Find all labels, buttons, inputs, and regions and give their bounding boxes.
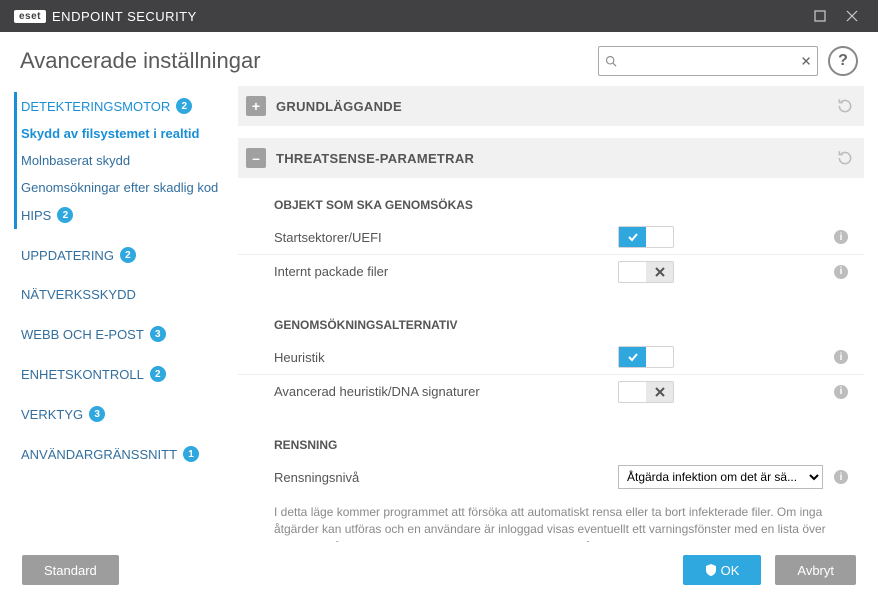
sidebar-item-malware-scans[interactable]: Genomsökningar efter skadlig kod (17, 174, 238, 201)
badge: 1 (183, 446, 199, 462)
page-title: Avancerade inställningar (20, 48, 588, 74)
shield-icon (705, 564, 717, 576)
ok-button[interactable]: OK (683, 555, 762, 585)
sidebar-item-cloud-protection[interactable]: Molnbaserat skydd (17, 147, 238, 174)
row-advanced-heuristics: Avancerad heuristik/DNA signaturer i (238, 374, 864, 408)
toggle-internally-packed[interactable] (618, 261, 674, 283)
badge: 2 (150, 366, 166, 382)
brand: eset ENDPOINT SECURITY (14, 9, 197, 24)
row-label: Heuristik (274, 350, 618, 365)
default-button[interactable]: Standard (22, 555, 119, 585)
sidebar-item-ui[interactable]: Användargränssnitt 1 (17, 440, 238, 468)
window-maximize-button[interactable] (804, 0, 836, 32)
toggle-boot-sectors[interactable] (618, 226, 674, 248)
window-close-button[interactable] (836, 0, 868, 32)
row-label: Rensningsnivå (274, 470, 618, 485)
sidebar-item-hips[interactable]: HIPS 2 (17, 201, 238, 229)
sidebar-item-label: Webb och e-post (21, 327, 144, 342)
sidebar-item-label: Detekteringsmotor (21, 99, 170, 114)
main-content: + Grundläggande – Threatsense-parametrar… (238, 86, 878, 556)
section-title: Grundläggande (276, 99, 826, 114)
subsection-objects-title: Objekt som ska genomsökas (238, 190, 864, 220)
badge: 3 (150, 326, 166, 342)
cleaning-level-select[interactable]: Åtgärda infektion om det är sä... (618, 465, 823, 489)
collapse-icon[interactable]: – (246, 148, 266, 168)
help-icon: ? (838, 52, 848, 70)
badge: 2 (120, 247, 136, 263)
info-icon[interactable]: i (834, 385, 848, 399)
expand-icon[interactable]: + (246, 96, 266, 116)
sidebar: Detekteringsmotor 2 Skydd av filsystemet… (0, 86, 238, 556)
sidebar-item-label: Enhetskontroll (21, 367, 144, 382)
sidebar-item-device-control[interactable]: Enhetskontroll 2 (17, 360, 238, 388)
sidebar-group-detection: Detekteringsmotor 2 Skydd av filsystemet… (14, 92, 238, 229)
section-basic-header[interactable]: + Grundläggande (238, 86, 864, 126)
sidebar-item-detection-engine[interactable]: Detekteringsmotor 2 (17, 92, 238, 120)
sidebar-item-label: Molnbaserat skydd (21, 153, 130, 168)
sidebar-item-label: Verktyg (21, 407, 83, 422)
brand-text: ENDPOINT SECURITY (52, 9, 197, 24)
sidebar-item-label: Nätverksskydd (21, 287, 136, 302)
sidebar-item-label: HIPS (21, 208, 51, 223)
cancel-button[interactable]: Avbryt (775, 555, 856, 585)
sidebar-item-label: Uppdatering (21, 248, 114, 263)
row-label: Internt packade filer (274, 264, 618, 279)
info-icon[interactable]: i (834, 470, 848, 484)
header: Avancerade inställningar ? (0, 32, 878, 86)
info-icon[interactable]: i (834, 350, 848, 364)
sidebar-item-network-protection[interactable]: Nätverksskydd (17, 281, 238, 308)
sidebar-item-realtime-protection[interactable]: Skydd av filsystemet i realtid (17, 120, 238, 147)
sidebar-item-tools[interactable]: Verktyg 3 (17, 400, 238, 428)
sidebar-item-label: Genomsökningar efter skadlig kod (21, 180, 218, 195)
search-icon (605, 54, 617, 68)
badge: 2 (57, 207, 73, 223)
sidebar-item-web-email[interactable]: Webb och e-post 3 (17, 320, 238, 348)
brand-mark: eset (14, 10, 46, 23)
footer: Standard OK Avbryt (0, 542, 878, 598)
sidebar-item-label: Skydd av filsystemet i realtid (21, 126, 199, 141)
info-icon[interactable]: i (834, 265, 848, 279)
subsection-scanopts-title: Genomsökningsalternativ (238, 310, 864, 340)
toggle-heuristics[interactable] (618, 346, 674, 368)
sidebar-item-label: Användargränssnitt (21, 447, 177, 462)
row-boot-sectors: Startsektorer/UEFI i (238, 220, 864, 254)
row-label: Avancerad heuristik/DNA signaturer (274, 384, 618, 399)
search-input[interactable] (617, 54, 801, 69)
badge: 2 (176, 98, 192, 114)
title-bar: eset ENDPOINT SECURITY (0, 0, 878, 32)
sidebar-item-update[interactable]: Uppdatering 2 (17, 241, 238, 269)
info-icon[interactable]: i (834, 230, 848, 244)
row-internally-packed: Internt packade filer i (238, 254, 864, 288)
reset-icon[interactable] (836, 149, 854, 167)
clear-search-icon[interactable] (801, 55, 811, 67)
row-cleaning-level: Rensningsnivå Åtgärda infektion om det ä… (238, 460, 864, 494)
row-heuristics: Heuristik i (238, 340, 864, 374)
section-title: Threatsense-parametrar (276, 151, 826, 166)
search-box[interactable] (598, 46, 818, 76)
badge: 3 (89, 406, 105, 422)
row-label: Startsektorer/UEFI (274, 230, 618, 245)
subsection-cleaning-title: Rensning (238, 430, 864, 460)
section-threatsense-header[interactable]: – Threatsense-parametrar (238, 138, 864, 178)
reset-icon[interactable] (836, 97, 854, 115)
help-button[interactable]: ? (828, 46, 858, 76)
toggle-advanced-heuristics[interactable] (618, 381, 674, 403)
